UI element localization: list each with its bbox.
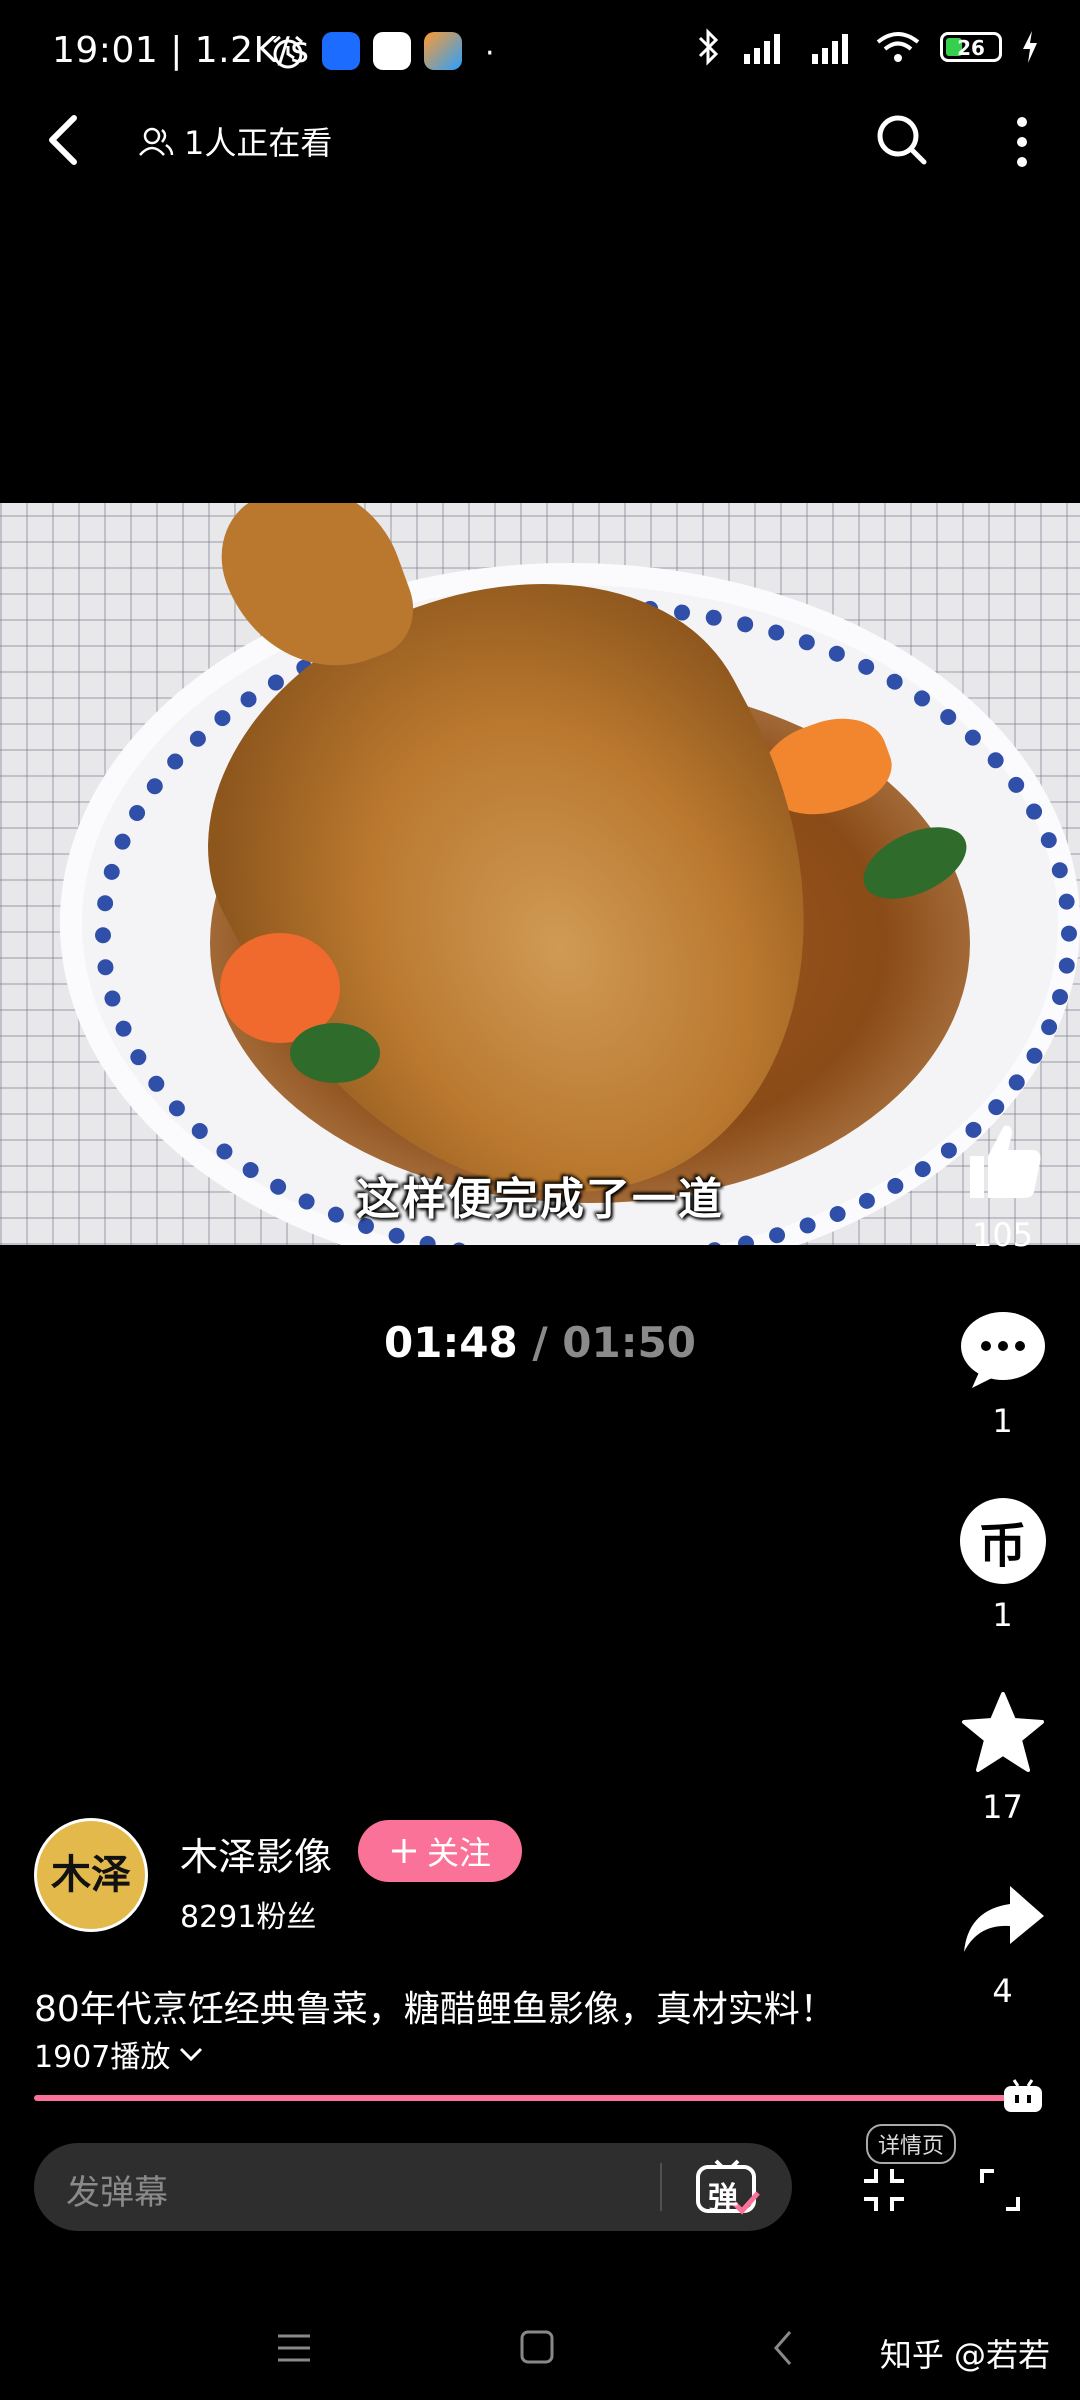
time-separator: / <box>532 1318 548 1367</box>
app-icon <box>373 32 411 70</box>
play-count: 1907播放 <box>34 2040 171 2075</box>
app-icon <box>322 32 360 70</box>
progress-thumb-tv-icon[interactable] <box>1002 2078 1044 2114</box>
total-time: 01:50 <box>562 1318 696 1367</box>
signal-icon <box>812 34 848 64</box>
notification-dot-icon: · <box>485 36 495 71</box>
coin-count: 1 <box>992 1596 1013 1634</box>
video-player[interactable]: 这样便完成了一道 <box>0 503 1080 1245</box>
favorite-button[interactable]: 17 <box>955 1690 1050 1826</box>
plus-icon <box>391 1839 416 1863</box>
timecode: 01:48 / 01:50 <box>0 1318 1080 1367</box>
play-count-toggle[interactable]: 1907播放 <box>34 2032 204 2076</box>
watermark: 知乎 @若若 <box>879 2336 1050 2374</box>
wifi-icon <box>876 32 920 62</box>
like-button[interactable]: 105 <box>955 1118 1050 1254</box>
exit-fullscreen-icon[interactable] <box>862 2165 906 2215</box>
progress-bar[interactable] <box>34 2095 1024 2101</box>
video-title: 80年代烹饪经典鲁菜，糖醋鲤鱼影像，真材实料！ <box>34 1989 836 2030</box>
author-name[interactable]: 木泽影像 <box>180 1826 332 1881</box>
alarm-icon <box>273 35 303 69</box>
people-icon <box>139 127 174 156</box>
status-right: 26 <box>696 28 1040 66</box>
coin-button[interactable]: 币 1 <box>955 1498 1050 1634</box>
author-avatar[interactable]: 木泽 <box>34 1818 148 1932</box>
follow-label: 关注 <box>426 1834 491 1872</box>
danmaku-toggle-button[interactable]: 弹 <box>694 2157 764 2217</box>
viewers-text: 1人正在看 <box>184 124 333 162</box>
follow-button[interactable]: 关注 <box>358 1820 522 1882</box>
share-button[interactable]: 4 <box>955 1880 1050 2010</box>
detail-page-label[interactable]: 详情页 <box>866 2124 957 2164</box>
chevron-down-icon <box>180 2047 203 2062</box>
comment-button[interactable]: 1 <box>955 1310 1050 1440</box>
coin-icon: 币 <box>959 1498 1046 1584</box>
menu-icon[interactable] <box>276 2330 312 2366</box>
comment-icon <box>960 1312 1045 1388</box>
status-bar: 19:01 | 1.2K/s · 26 <box>0 0 1080 100</box>
danmaku-input-bar[interactable]: 发弹幕 弹 <box>34 2143 792 2231</box>
charging-icon <box>1023 31 1037 63</box>
danmaku-button-label: 弹 <box>708 2181 738 2216</box>
app-icon <box>424 32 462 70</box>
bluetooth-icon <box>698 28 719 66</box>
danmaku-input[interactable]: 发弹幕 <box>66 2165 168 2214</box>
fans-count: 8291粉丝 <box>180 1900 317 1935</box>
share-arrow-icon <box>963 1886 1044 1952</box>
share-count: 4 <box>992 1972 1013 2010</box>
fullscreen-icon[interactable] <box>978 2165 1022 2215</box>
comment-count: 1 <box>992 1402 1013 1440</box>
nav-back-icon[interactable] <box>768 2328 798 2368</box>
current-time: 01:48 <box>384 1318 518 1367</box>
search-icon[interactable] <box>874 112 930 168</box>
favorite-count: 17 <box>982 1788 1023 1826</box>
video-subtitle: 这样便完成了一道 <box>356 1174 724 1225</box>
like-count: 105 <box>971 1216 1034 1254</box>
more-options-icon[interactable] <box>1012 112 1032 172</box>
home-icon[interactable] <box>518 2328 556 2366</box>
battery-level: 26 <box>957 36 985 60</box>
signal-icon <box>744 34 780 64</box>
viewers-indicator: 1人正在看 <box>138 118 332 164</box>
battery-icon: 26 <box>940 32 1002 62</box>
thumbs-up-icon <box>969 1125 1040 1198</box>
star-icon <box>961 1692 1044 1772</box>
back-button[interactable] <box>40 110 90 170</box>
